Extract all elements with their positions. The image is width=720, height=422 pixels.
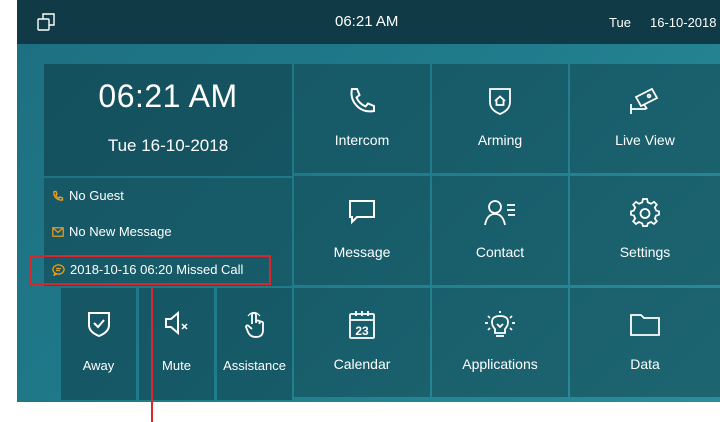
message-status[interactable]: No New Message — [52, 224, 172, 239]
status-date: 16-10-2018 — [650, 15, 717, 30]
message-icon — [349, 200, 375, 225]
folder-icon — [630, 314, 660, 336]
tile-live-view[interactable]: Live View — [570, 64, 720, 173]
gear-icon — [630, 198, 660, 227]
tile-settings-label: Settings — [619, 244, 671, 260]
message-status-label: No New Message — [69, 224, 172, 239]
tile-calendar[interactable]: 23 Calendar — [294, 288, 430, 397]
tile-data[interactable]: Data — [570, 288, 720, 397]
phone-small-icon — [53, 190, 64, 201]
phone-icon — [350, 88, 375, 113]
tile-contact[interactable]: Contact — [432, 176, 568, 285]
tile-message-label: Message — [333, 244, 391, 260]
tile-data-label: Data — [630, 356, 660, 372]
lightbulb-icon — [485, 311, 515, 337]
window-switch-icon[interactable] — [37, 13, 55, 31]
tile-settings[interactable]: Settings — [570, 176, 720, 285]
status-time: 06:21 AM — [335, 13, 399, 30]
tile-applications[interactable]: Applications — [432, 288, 568, 397]
clock-panel: 06:21 AM Tue 16-10-2018 — [44, 64, 292, 176]
status-day: Tue — [609, 15, 631, 30]
tile-message[interactable]: Message — [294, 176, 430, 285]
tile-intercom-label: Intercom — [334, 132, 390, 148]
tile-intercom[interactable]: Intercom — [294, 64, 430, 173]
assistance-button[interactable]: Assistance — [217, 288, 292, 400]
clock-time: 06:21 AM — [98, 78, 238, 114]
camera-icon — [630, 87, 659, 114]
tile-applications-label: Applications — [462, 356, 538, 372]
envelope-icon — [52, 226, 64, 237]
status-bar: 06:21 AM Tue 16-10-2018 — [17, 0, 720, 44]
hand-pointer-icon — [244, 311, 264, 338]
shield-check-icon — [87, 312, 110, 338]
home-shield-icon — [489, 88, 511, 115]
missed-call-highlight — [29, 255, 271, 285]
contact-icon — [484, 200, 515, 226]
clock-date: Tue 16-10-2018 — [107, 136, 229, 155]
speaker-mute-icon — [164, 310, 188, 336]
away-button[interactable]: Away — [61, 288, 136, 400]
tile-contact-label: Contact — [475, 244, 525, 260]
assistance-label: Assistance — [223, 358, 286, 373]
tile-calendar-label: Calendar — [333, 356, 391, 372]
guest-status[interactable]: No Guest — [52, 188, 124, 203]
tile-arming[interactable]: Arming — [432, 64, 568, 173]
away-label: Away — [82, 358, 115, 373]
guest-status-label: No Guest — [69, 188, 124, 203]
screen: 06:21 AM Tue 16-10-2018 06:21 AM Tue 16-… — [17, 0, 720, 402]
calendar-day: 23 — [355, 324, 369, 338]
annotation-pointer-line — [151, 287, 153, 422]
tile-live-view-label: Live View — [615, 132, 675, 148]
tile-arming-label: Arming — [477, 132, 523, 148]
